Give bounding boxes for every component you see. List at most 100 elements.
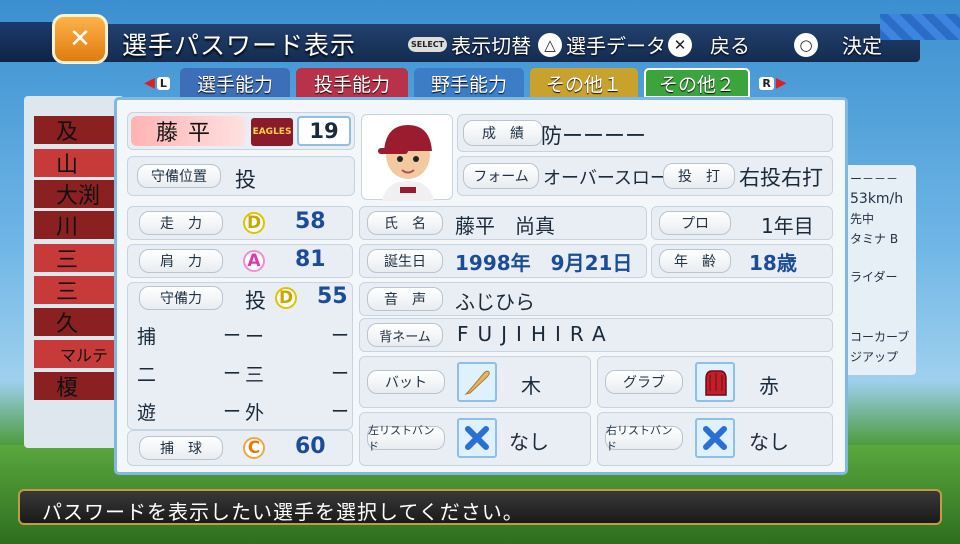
right-arrow-icon: ▶ — [775, 75, 787, 91]
pro-label: プロ — [659, 211, 731, 235]
arm-value: 81 — [295, 247, 326, 272]
toggle-display-label: 表示切替 — [451, 34, 532, 58]
player-list-item[interactable]: 久 — [34, 308, 116, 337]
uniform-number: 19 — [297, 116, 351, 146]
arm-label: 肩 力 — [139, 249, 223, 273]
player-data-button[interactable]: △ 選手データ — [538, 30, 666, 59]
tab-player-ability[interactable]: 選手能力 — [180, 68, 290, 98]
sub-position: 捕 — [137, 326, 157, 348]
position-value: 投 — [235, 168, 256, 192]
none-x-icon — [457, 418, 497, 458]
right-info-line: ー－－－ — [850, 172, 899, 186]
confirm-button[interactable]: ○ 決定 — [794, 30, 882, 59]
right-info-line: タミナ B — [850, 232, 899, 246]
header: ✕ 選手パスワード表示 SELECT 表示切替 △ 選手データ ✕ 戻る ○ 決… — [0, 14, 960, 64]
tab-fielder-ability[interactable]: 野手能力 — [414, 68, 524, 98]
player-list-item[interactable]: マルテ — [34, 340, 116, 368]
voice-value: ふじひら — [455, 290, 535, 314]
sub-position-grade: ー — [223, 364, 241, 385]
sub-position: ー — [245, 326, 265, 348]
cross-icon: ✕ — [668, 32, 692, 57]
back-name-label: 背ネーム — [367, 323, 443, 347]
bat-value: 木 — [521, 374, 541, 398]
back-label: 戻る — [710, 34, 750, 58]
left-wristband-label: 左リストバンド — [367, 424, 445, 453]
catching-grade: C — [243, 437, 265, 459]
none-x-icon — [695, 418, 735, 458]
sub-position: 遊 — [137, 402, 157, 424]
back-name-value: FUJIHIRA — [457, 322, 615, 346]
right-wristband-value: なし — [749, 430, 789, 454]
catching-value: 60 — [295, 434, 326, 459]
player-data-label: 選手データ — [566, 34, 666, 58]
bat-throw-value: 右投右打 — [739, 166, 823, 190]
checker-decoration — [880, 14, 960, 40]
voice-label: 音 声 — [367, 287, 443, 311]
sub-position: 三 — [245, 364, 265, 386]
circle-icon: ○ — [794, 32, 818, 57]
back-button[interactable]: ✕ 戻る — [668, 30, 750, 59]
age-label: 年 齢 — [659, 249, 731, 273]
tab-bar: ◀ L 選手能力 投手能力 野手能力 その他１ その他２ R ▶ — [140, 68, 790, 98]
left-wristband-value: なし — [509, 430, 549, 454]
player-list-item[interactable]: 三 — [34, 244, 116, 273]
fullname-value: 藤平 尚真 — [455, 214, 555, 238]
player-list-item[interactable]: 大渕 — [34, 180, 116, 209]
sub-position-grade: ー — [331, 326, 349, 347]
page-title: 選手パスワード表示 — [122, 31, 357, 60]
birthday-label: 誕生日 — [367, 249, 443, 273]
select-button-icon: SELECT — [408, 37, 448, 52]
player-list-item[interactable]: 榎 — [34, 372, 116, 401]
tab-next-button[interactable]: R ▶ — [756, 74, 790, 92]
fullname-label: 氏 名 — [367, 211, 443, 235]
team-logo-icon: EAGLES — [251, 118, 293, 146]
speed-label: 走 力 — [139, 211, 223, 235]
right-info-line: 53km/h — [850, 191, 904, 207]
crossed-bats-icon: ✕ — [52, 14, 108, 64]
message-bar: パスワードを表示したい選手を選択してください。 — [18, 489, 942, 525]
red-glove-icon — [695, 362, 735, 402]
player-name: 藤平 — [131, 116, 245, 146]
wooden-bat-icon — [457, 362, 497, 402]
form-label: フォーム — [463, 163, 539, 189]
record-label: 成 績 — [463, 120, 543, 146]
speed-value: 58 — [295, 209, 326, 234]
right-info-line: 先中 — [850, 212, 875, 226]
fielding-value: 55 — [317, 284, 348, 309]
catching-label: 捕 球 — [139, 436, 223, 460]
toggle-display-button[interactable]: SELECT 表示切替 — [408, 30, 531, 59]
player-portrait — [361, 114, 453, 201]
fielding-grade: D — [275, 287, 297, 309]
pro-value: 1年目 — [761, 214, 814, 238]
left-arrow-icon: ◀ — [144, 75, 155, 91]
sub-position-grade: ー — [223, 326, 241, 347]
sub-position-grade: ー — [331, 402, 349, 423]
r-button-icon: R — [759, 76, 774, 90]
tab-other-1[interactable]: その他１ — [530, 68, 638, 98]
player-list-item[interactable]: 川 — [34, 211, 116, 240]
player-list-item[interactable]: 三 — [34, 276, 116, 305]
player-detail-card: 藤平 EAGLES 19 守備位置 投 成 績 防ーーーー フォーム オーバース… — [114, 97, 848, 475]
message-text: パスワードを表示したい選手を選択してください。 — [42, 500, 524, 524]
bat-throw-label: 投 打 — [663, 163, 735, 189]
age-value: 18歳 — [749, 251, 797, 275]
tab-pitcher-ability[interactable]: 投手能力 — [296, 68, 408, 98]
l-button-icon: L — [156, 76, 170, 90]
right-info-line: コーカーブ — [850, 330, 910, 344]
player-list-item[interactable]: 山 — [34, 149, 116, 178]
bat-label: バット — [367, 370, 445, 394]
right-info-line: ジアップ — [850, 350, 899, 364]
right-info-panel: ー－－－ 53km/h 先中 タミナ B ライダー コーカーブ ジアップ — [840, 165, 916, 375]
sub-position: 二 — [137, 364, 157, 386]
sub-position: 外 — [245, 402, 265, 424]
fielding-label: 守備力 — [139, 286, 223, 310]
right-info-line: ライダー — [850, 270, 898, 284]
tab-prev-button[interactable]: ◀ L — [140, 74, 174, 92]
position-label: 守備位置 — [137, 164, 221, 188]
record-value: 防ーーーー — [541, 124, 646, 148]
triangle-icon: △ — [538, 32, 562, 57]
tab-other-2[interactable]: その他２ — [644, 68, 750, 98]
sub-position-grade: ー — [223, 402, 241, 423]
right-wristband-label: 右リストバンド — [605, 424, 683, 453]
player-list-item[interactable]: 及 — [34, 116, 116, 145]
